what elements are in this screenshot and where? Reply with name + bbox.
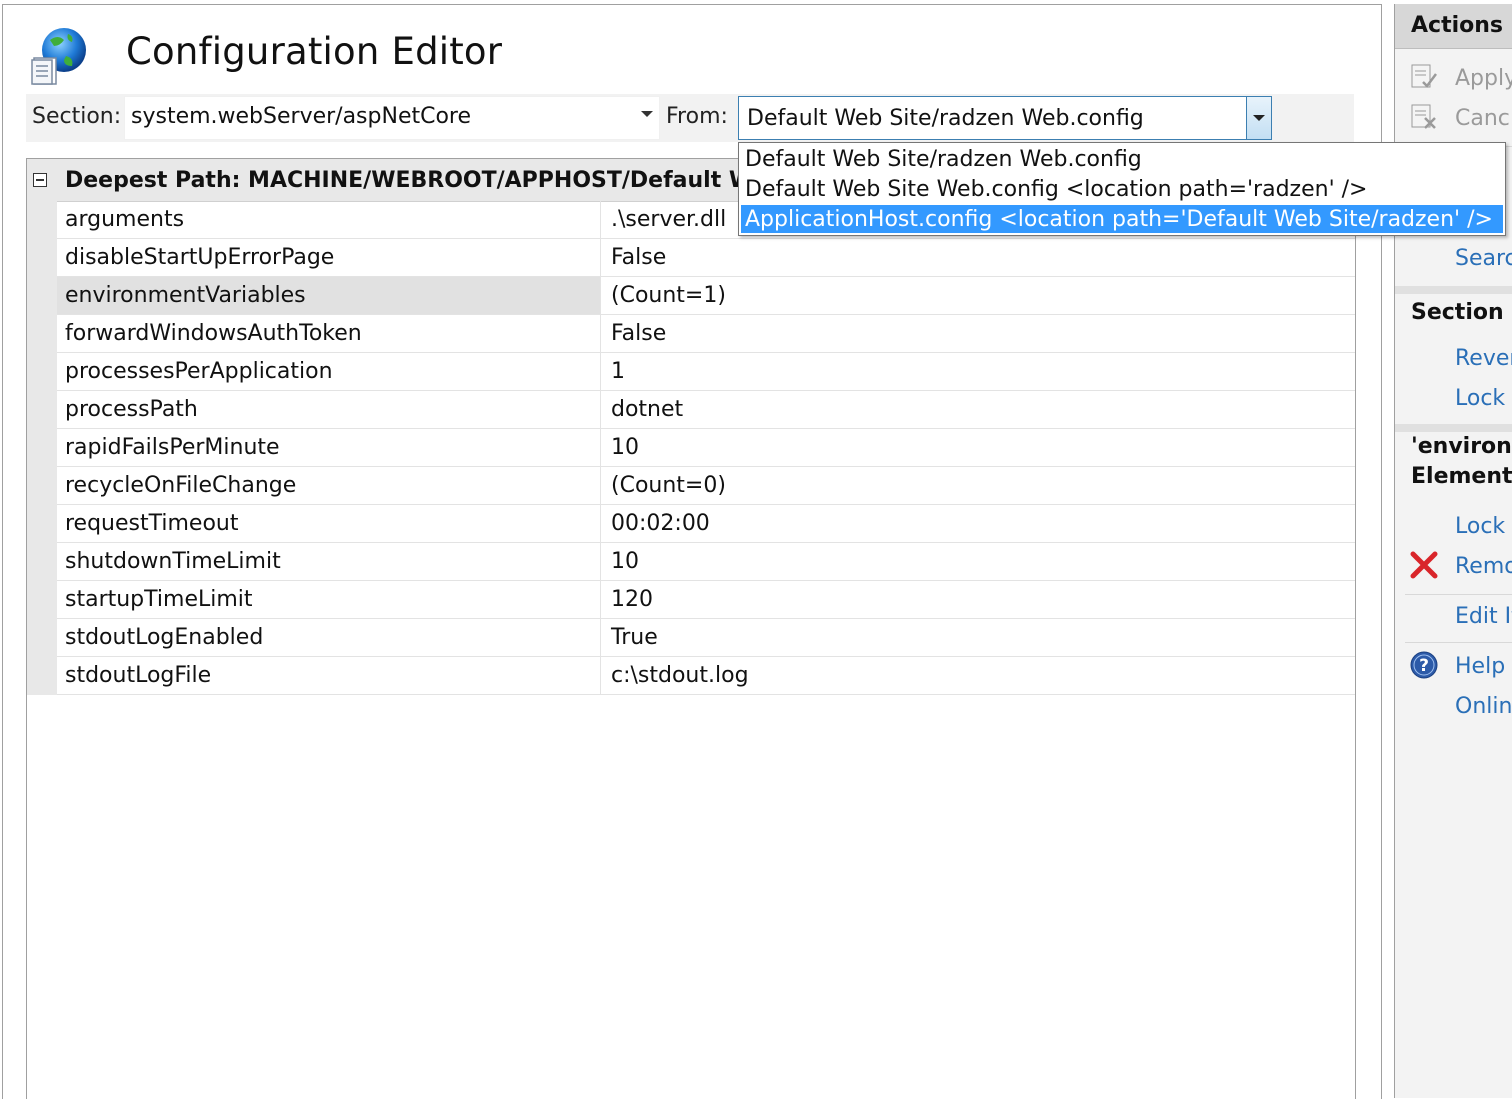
separator: [1405, 594, 1512, 595]
property-name-cell[interactable]: arguments: [57, 201, 601, 238]
property-name-cell[interactable]: recycleOnFileChange: [57, 467, 601, 504]
property-name-cell[interactable]: forwardWindowsAuthToken: [57, 315, 601, 352]
property-name-cell[interactable]: processesPerApplication: [57, 353, 601, 390]
property-name: requestTimeout: [65, 511, 239, 536]
property-name-cell[interactable]: environmentVariables: [57, 277, 601, 314]
from-dropdown-list: Default Web Site/radzen Web.config Defau…: [738, 142, 1506, 236]
property-name: stdoutLogFile: [65, 663, 212, 688]
property-name-cell[interactable]: requestTimeout: [57, 505, 601, 542]
revert-action[interactable]: Rever: [1455, 346, 1512, 371]
collapse-icon[interactable]: [33, 173, 47, 187]
apply-icon: [1411, 64, 1437, 88]
configuration-editor-icon: [31, 28, 86, 85]
property-name-cell[interactable]: stdoutLogEnabled: [57, 619, 601, 656]
search-configuration-action[interactable]: Searc: [1455, 246, 1512, 271]
apply-action[interactable]: Apply: [1455, 66, 1512, 91]
remove-icon: [1410, 551, 1438, 579]
property-name: processesPerApplication: [65, 359, 333, 384]
property-name: environmentVariables: [65, 283, 306, 308]
property-name-cell[interactable]: rapidFailsPerMinute: [57, 429, 601, 466]
property-value[interactable]: False: [611, 245, 666, 270]
property-grid: Deepest Path: MACHINE/WEBROOT/APPHOST/De…: [26, 158, 1356, 1099]
property-value[interactable]: c:\stdout.log: [611, 663, 749, 688]
table-row[interactable]: processPath dotnet: [57, 391, 1355, 429]
edit-items-action[interactable]: Edit It: [1455, 604, 1512, 629]
actions-header: Actions: [1395, 4, 1512, 49]
table-row[interactable]: rapidFailsPerMinute 10: [57, 429, 1355, 467]
from-option-label: ApplicationHost.config <location path='D…: [745, 207, 1493, 232]
property-value[interactable]: (Count=0): [611, 473, 726, 498]
group-separator: [1395, 424, 1512, 432]
property-name: stdoutLogEnabled: [65, 625, 264, 650]
chevron-down-icon[interactable]: [641, 111, 653, 117]
group-separator: [1395, 286, 1512, 294]
from-dropdown-button[interactable]: [1246, 97, 1271, 139]
section-label: Section:: [32, 104, 122, 129]
property-value[interactable]: (Count=1): [611, 283, 726, 308]
table-row[interactable]: requestTimeout 00:02:00: [57, 505, 1355, 543]
help-icon: ?: [1410, 651, 1438, 679]
property-name: startupTimeLimit: [65, 587, 253, 612]
property-value[interactable]: dotnet: [611, 397, 683, 422]
property-value[interactable]: .\server.dll: [611, 207, 726, 232]
from-combobox[interactable]: Default Web Site/radzen Web.config: [738, 96, 1272, 140]
section-combobox-value: system.webServer/aspNetCore: [131, 104, 472, 129]
property-value[interactable]: True: [611, 625, 658, 650]
table-row[interactable]: shutdownTimeLimit 10: [57, 543, 1355, 581]
property-value[interactable]: 1: [611, 359, 625, 384]
section-group-heading: Section: [1411, 300, 1504, 325]
from-option-label: Default Web Site Web.config <location pa…: [745, 177, 1368, 202]
help-action[interactable]: Help: [1455, 654, 1505, 679]
from-option[interactable]: Default Web Site/radzen Web.config: [741, 145, 1503, 173]
property-name: rapidFailsPerMinute: [65, 435, 280, 460]
chevron-down-icon: [1253, 115, 1265, 121]
actions-title: Actions: [1411, 13, 1503, 38]
table-row[interactable]: processesPerApplication 1: [57, 353, 1355, 391]
property-name: recycleOnFileChange: [65, 473, 297, 498]
from-label: From:: [666, 104, 728, 129]
property-name: disableStartUpErrorPage: [65, 245, 335, 270]
svg-text:?: ?: [1419, 656, 1429, 676]
property-value[interactable]: 10: [611, 549, 639, 574]
lock-element-action[interactable]: Lock: [1455, 514, 1505, 539]
property-value[interactable]: False: [611, 321, 666, 346]
from-option[interactable]: Default Web Site Web.config <location pa…: [741, 175, 1503, 203]
property-name: forwardWindowsAuthToken: [65, 321, 362, 346]
online-help-action[interactable]: Onlin: [1455, 694, 1512, 719]
separator: [1405, 642, 1512, 643]
property-name-cell[interactable]: processPath: [57, 391, 601, 428]
property-name: shutdownTimeLimit: [65, 549, 281, 574]
table-row[interactable]: stdoutLogEnabled True: [57, 619, 1355, 657]
cancel-action[interactable]: Canc: [1455, 106, 1510, 131]
section-combobox[interactable]: system.webServer/aspNetCore: [124, 96, 660, 140]
table-row[interactable]: recycleOnFileChange (Count=0): [57, 467, 1355, 505]
property-value[interactable]: 120: [611, 587, 653, 612]
property-name: arguments: [65, 207, 185, 232]
property-name: processPath: [65, 397, 198, 422]
grid-group-title: Deepest Path: MACHINE/WEBROOT/APPHOST/De…: [65, 168, 784, 193]
lock-section-action[interactable]: Lock: [1455, 386, 1505, 411]
property-value[interactable]: 00:02:00: [611, 511, 710, 536]
from-option-highlighted[interactable]: ApplicationHost.config <location path='D…: [741, 205, 1503, 233]
property-value[interactable]: 10: [611, 435, 639, 460]
property-name-cell[interactable]: shutdownTimeLimit: [57, 543, 601, 580]
table-row[interactable]: disableStartUpErrorPage False: [57, 239, 1355, 277]
property-name-cell[interactable]: disableStartUpErrorPage: [57, 239, 601, 276]
element-group-heading-line1: 'environn: [1411, 434, 1512, 459]
page-title: Configuration Editor: [126, 30, 503, 73]
table-row[interactable]: startupTimeLimit 120: [57, 581, 1355, 619]
table-row[interactable]: forwardWindowsAuthToken False: [57, 315, 1355, 353]
property-name-cell[interactable]: stdoutLogFile: [57, 657, 601, 694]
from-combobox-value: Default Web Site/radzen Web.config: [747, 106, 1144, 131]
table-row[interactable]: stdoutLogFile c:\stdout.log: [57, 657, 1355, 695]
remove-action[interactable]: Remo: [1455, 554, 1512, 579]
cancel-icon: [1411, 104, 1436, 129]
from-option-label: Default Web Site/radzen Web.config: [745, 147, 1142, 172]
table-row-selected[interactable]: environmentVariables (Count=1): [57, 277, 1355, 315]
element-group-heading-line2: Element: [1411, 464, 1512, 489]
grid-gutter: [27, 201, 57, 695]
property-name-cell[interactable]: startupTimeLimit: [57, 581, 601, 618]
